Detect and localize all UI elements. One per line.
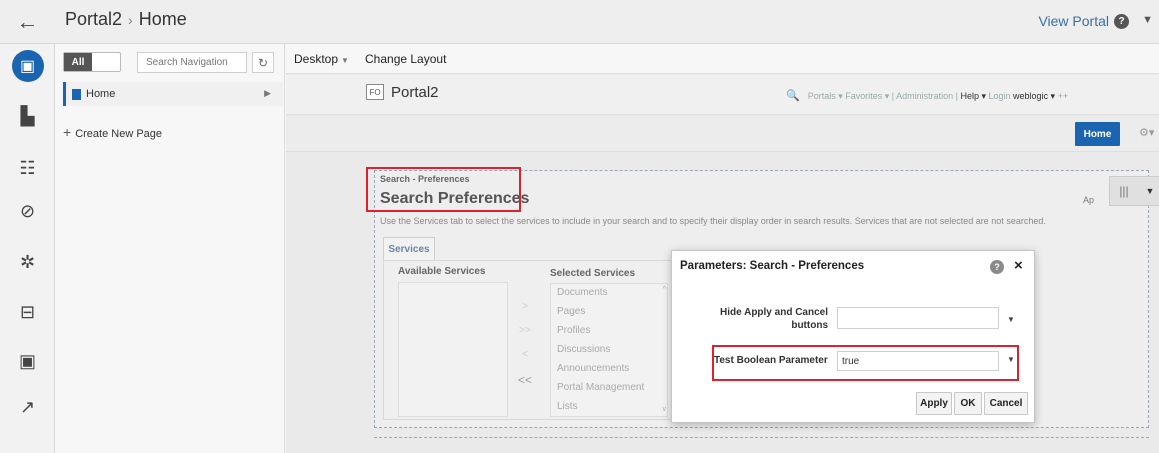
- all-toggle[interactable]: All: [63, 52, 121, 72]
- tab-services[interactable]: Services: [383, 237, 435, 261]
- page-icon: [72, 88, 81, 100]
- portal-links-left[interactable]: Portals ▾ Favorites ▾ | Administration |: [808, 91, 961, 101]
- move-all-left-button[interactable]: <<: [514, 373, 536, 397]
- compass-icon[interactable]: ⊘: [0, 191, 55, 231]
- chevron-down-icon: ▼: [341, 56, 349, 65]
- create-new-page-label: Create New Page: [75, 128, 163, 140]
- expand-icon[interactable]: ▶: [264, 88, 271, 99]
- login-link[interactable]: Login: [986, 91, 1013, 101]
- selected-services-list[interactable]: Documents Pages Profiles Discussions Ann…: [550, 283, 668, 417]
- top-bar: ← Portal2 › Home View Portal ? ▼: [0, 0, 1159, 44]
- search-navigation-input[interactable]: [137, 52, 247, 73]
- list-item[interactable]: Portal Management: [551, 379, 667, 398]
- back-icon[interactable]: ←: [0, 0, 55, 44]
- breadcrumb-home: Home: [138, 9, 187, 29]
- scroll-up-icon[interactable]: ^: [663, 286, 666, 293]
- available-services-label: Available Services: [398, 266, 486, 277]
- nav-item-home-label: Home: [86, 88, 116, 100]
- user-menu[interactable]: weblogic ▾: [1013, 91, 1055, 101]
- top-menu-chevron-icon[interactable]: ▼: [1142, 14, 1153, 26]
- search-icon[interactable]: 🔍: [786, 90, 800, 102]
- portal-links: 🔍 Portals ▾ Favorites ▾ | Administration …: [786, 89, 1068, 102]
- toolbox-icon[interactable]: ⊟: [0, 292, 55, 332]
- hide-buttons-label: Hide Apply and Cancel buttons: [720, 307, 828, 331]
- change-layout-button[interactable]: Change Layout: [365, 52, 446, 66]
- document-icon[interactable]: ▙: [0, 96, 55, 136]
- help-menu[interactable]: Help ▾: [960, 91, 986, 101]
- portlet-icon[interactable]: ▣: [0, 341, 55, 381]
- move-all-right-button[interactable]: >>: [514, 325, 536, 349]
- desktop-label: Desktop: [294, 52, 339, 66]
- apply-truncated-label: Ap: [1083, 195, 1095, 205]
- desktop-dropdown[interactable]: Desktop ▼: [294, 52, 349, 66]
- list-item[interactable]: Pages: [551, 303, 667, 322]
- settings-icon[interactable]: ✲: [0, 242, 55, 282]
- help-icon[interactable]: ?: [990, 260, 1004, 274]
- list-item[interactable]: Discussions: [551, 341, 667, 360]
- portal-nav-bar: Home ⚙▾: [286, 116, 1159, 152]
- chevron-down-icon[interactable]: ▼: [1138, 186, 1159, 196]
- left-icon-rail: ▣ ▙ ☷ ⊘ ✲ ⊟ ▣ ↗: [0, 44, 55, 453]
- list-item[interactable]: Announcements: [551, 360, 667, 379]
- scroll-down-icon[interactable]: v: [663, 406, 667, 413]
- all-toggle-label: All: [64, 53, 92, 71]
- close-icon[interactable]: ×: [1014, 257, 1023, 274]
- move-right-button[interactable]: >: [514, 301, 536, 325]
- page-toolbar: Desktop ▼ Change Layout: [286, 44, 1159, 74]
- home-button[interactable]: Home: [1075, 122, 1120, 146]
- breadcrumb-portal[interactable]: Portal2: [65, 9, 122, 29]
- list-item[interactable]: Lists: [551, 398, 667, 416]
- move-buttons: > >> < <<: [514, 301, 536, 397]
- portal-title: Portal2: [391, 84, 439, 101]
- portal-header: FO Portal2 🔍 Portals ▾ Favorites ▾ | Admi…: [286, 75, 1159, 115]
- highlight-boolean-parameter: [712, 345, 1019, 381]
- available-services-list[interactable]: [398, 282, 508, 417]
- create-new-page-button[interactable]: + Create New Page: [63, 124, 162, 140]
- more-links[interactable]: ++: [1055, 91, 1069, 101]
- navigation-panel: All ↻ Home ▶ +Create New Page: [55, 44, 285, 453]
- nav-item-home[interactable]: Home ▶: [63, 82, 283, 106]
- cancel-button[interactable]: Cancel: [984, 392, 1028, 415]
- portlet-placeholder: [374, 437, 1149, 453]
- plus-icon: +: [63, 124, 72, 140]
- build-icon[interactable]: ↗: [0, 387, 55, 427]
- highlight-portlet-title: [366, 167, 521, 212]
- move-left-button[interactable]: <: [514, 349, 536, 373]
- gear-icon[interactable]: ⚙▾: [1139, 126, 1154, 139]
- help-icon[interactable]: ?: [1114, 14, 1129, 29]
- refresh-icon[interactable]: ↻: [252, 52, 274, 73]
- breadcrumb-separator: ›: [128, 12, 133, 28]
- view-portal-link[interactable]: View Portal: [1038, 13, 1109, 29]
- users-icon[interactable]: ☷: [0, 148, 55, 188]
- list-item[interactable]: Profiles: [551, 322, 667, 341]
- portlet-controls[interactable]: ||| ▼: [1109, 176, 1159, 206]
- hide-buttons-select[interactable]: [837, 307, 999, 329]
- list-item[interactable]: Documents: [551, 284, 667, 303]
- ok-button[interactable]: OK: [954, 392, 982, 415]
- columns-icon[interactable]: |||: [1110, 184, 1138, 198]
- dialog-title: Parameters: Search - Preferences: [680, 260, 865, 272]
- selected-services-label: Selected Services: [550, 268, 636, 279]
- portal-logo-icon: FO: [366, 84, 384, 100]
- chevron-down-icon[interactable]: ▼: [1007, 315, 1015, 324]
- apply-button[interactable]: Apply: [916, 392, 952, 415]
- pages-icon[interactable]: ▣: [0, 46, 55, 86]
- portlet-description: Use the Services tab to select the servi…: [380, 216, 1046, 226]
- breadcrumb: Portal2 › Home: [65, 9, 187, 30]
- parameters-dialog: Parameters: Search - Preferences ? × Hid…: [671, 250, 1035, 423]
